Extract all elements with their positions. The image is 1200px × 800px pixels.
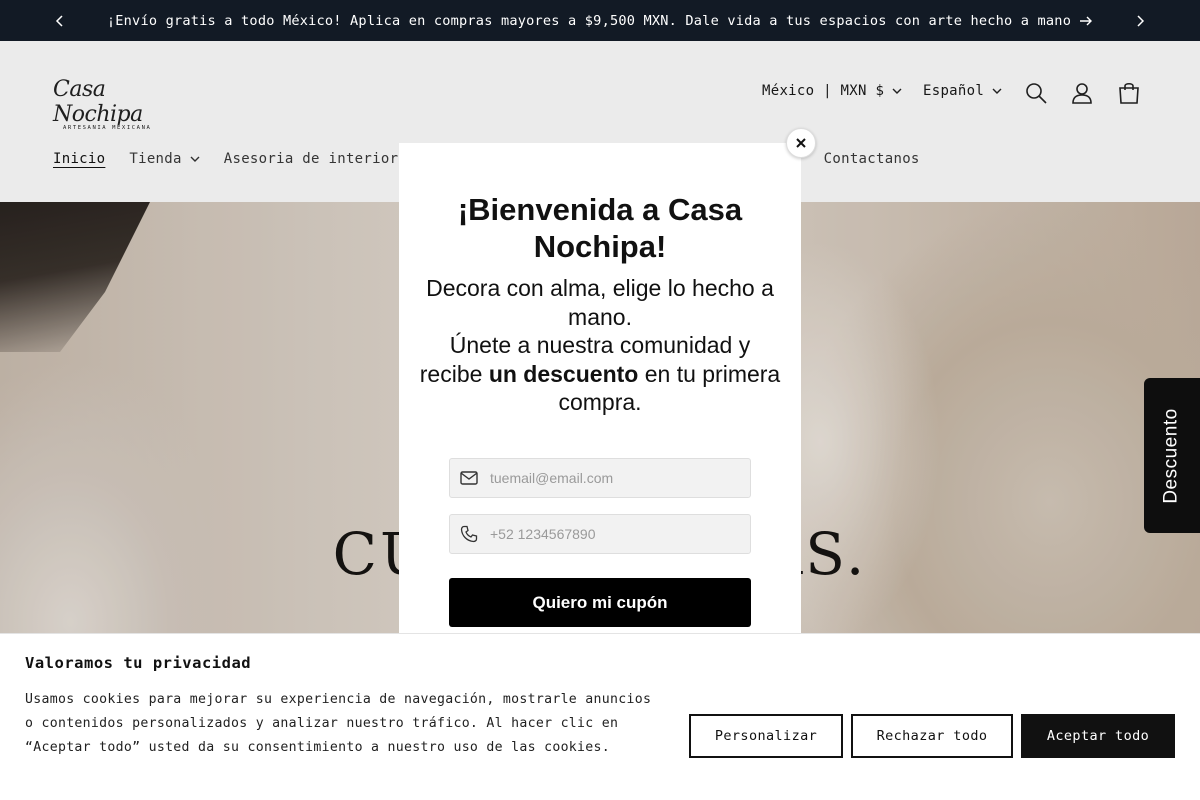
cookie-text: Usamos cookies para mejorar su experienc… [25,692,652,755]
arrow-right-icon [1079,15,1093,27]
get-coupon-button[interactable]: Quiero mi cupón [449,578,751,627]
chevron-left-icon [55,14,63,27]
welcome-popup: ¡Bienvenida a Casa Nochipa! Decora con a… [399,143,801,663]
email-field[interactable] [449,458,751,498]
personalize-button[interactable]: Personalizar [689,714,843,758]
email-input[interactable] [490,470,730,486]
popup-title: ¡Bienvenida a Casa Nochipa! [457,192,743,264]
popup-close-button[interactable] [786,128,816,158]
discount-side-tab[interactable]: Descuento [1144,378,1200,533]
cookie-banner: Valoramos tu privacidad Usamos cookies p… [0,633,1200,800]
mail-icon [460,471,478,485]
phone-field[interactable] [449,514,751,554]
reject-all-button[interactable]: Rechazar todo [851,714,1013,758]
announcement-text[interactable]: ¡Envío gratis a todo México! Aplica en c… [107,13,1071,29]
cookie-title: Valoramos tu privacidad [25,654,252,672]
popup-desc-line1: Decora con alma, elige lo hecho a mano. [426,275,774,330]
announcement-prev-button[interactable] [40,0,80,41]
chevron-right-icon [1137,14,1145,27]
close-icon [796,138,806,148]
phone-icon [460,525,478,543]
discount-tab-label: Descuento [1161,407,1182,504]
announcement-bar: ¡Envío gratis a todo México! Aplica en c… [0,0,1200,41]
popup-desc-bold: un descuento [488,360,639,387]
phone-input[interactable] [490,526,730,542]
accept-all-button[interactable]: Aceptar todo [1021,714,1175,758]
popup-description: Decora con alma, elige lo hecho a mano. … [419,274,781,417]
announcement-next-button[interactable] [1120,0,1160,41]
